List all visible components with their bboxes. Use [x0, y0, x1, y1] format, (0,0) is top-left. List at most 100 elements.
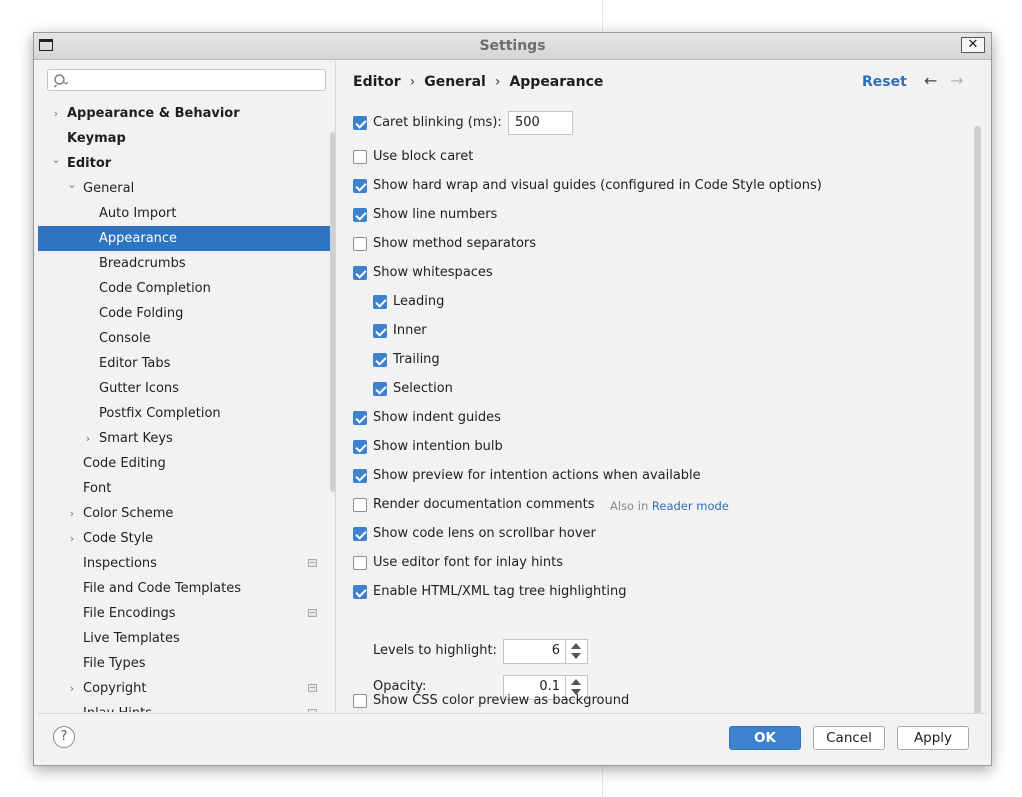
line-numbers-checkbox[interactable]	[353, 208, 367, 222]
tree-item-file-types[interactable]: File Types	[38, 651, 335, 676]
chevron-down-icon[interactable]: ⌄	[66, 176, 78, 201]
chevron-right-icon[interactable]: ›	[66, 701, 78, 712]
breadcrumb-item[interactable]: Editor	[353, 74, 401, 90]
hard-wrap-label: Show hard wrap and visual guides (config…	[373, 178, 822, 193]
hard-wrap-checkbox[interactable]	[353, 179, 367, 193]
tree-item-inlay-hints[interactable]: › Inlay Hints	[38, 701, 335, 712]
chevron-down-icon[interactable]: ⌄	[50, 151, 62, 176]
intention-bulb-checkbox[interactable]	[353, 440, 367, 454]
spinner-down-icon[interactable]	[571, 653, 581, 659]
chevron-right-icon[interactable]: ›	[66, 676, 78, 701]
tree-item-font[interactable]: Font	[38, 476, 335, 501]
inner-checkbox[interactable]	[373, 324, 387, 338]
css-color-checkbox[interactable]	[353, 694, 367, 708]
tree-item-gutter-icons[interactable]: Gutter Icons	[38, 376, 335, 401]
tree-item-code-completion[interactable]: Code Completion	[38, 276, 335, 301]
close-icon: ✕	[967, 37, 979, 52]
tree-item-label: Gutter Icons	[99, 381, 179, 396]
back-arrow-icon[interactable]: ←	[924, 71, 937, 90]
caret-blinking-checkbox[interactable]	[353, 116, 367, 130]
caret-blinking-input[interactable]: 500	[508, 111, 573, 135]
trailing-checkbox[interactable]	[373, 353, 387, 367]
leading-checkbox[interactable]	[373, 295, 387, 309]
tree-item-copyright[interactable]: › Copyright	[38, 676, 335, 701]
intention-bulb-label: Show intention bulb	[373, 439, 503, 454]
spinner-up-icon[interactable]	[571, 679, 581, 685]
settings-tree: › Appearance & Behavior Keymap ⌄ Editor ⌄ Gene…	[38, 101, 335, 712]
preview-intention-checkbox[interactable]	[353, 469, 367, 483]
settings-search[interactable]	[47, 69, 326, 91]
project-scope-icon	[308, 684, 317, 692]
trailing-label: Trailing	[393, 352, 440, 367]
tree-item-console[interactable]: Console	[38, 326, 335, 351]
selection-checkbox[interactable]	[373, 382, 387, 396]
render-docs-checkbox[interactable]	[353, 498, 367, 512]
tree-item-file-and-code-templates[interactable]: File and Code Templates	[38, 576, 335, 601]
tree-item-label: Breadcrumbs	[99, 256, 186, 271]
tree-item-label: Keymap	[67, 131, 126, 146]
chevron-right-icon[interactable]: ›	[82, 426, 94, 451]
method-separators-label: Show method separators	[373, 236, 537, 251]
search-icon	[54, 74, 69, 88]
tree-item-label: Code Style	[83, 531, 154, 546]
tree-item-editor-tabs[interactable]: Editor Tabs	[38, 351, 335, 376]
inlay-font-checkbox[interactable]	[353, 556, 367, 570]
block-caret-checkbox[interactable]	[353, 150, 367, 164]
title-bar[interactable]: Settings ✕	[34, 33, 991, 60]
tree-item-keymap[interactable]: Keymap	[38, 126, 335, 151]
ok-button[interactable]: OK	[729, 726, 801, 750]
tree-item-label: Code Completion	[99, 281, 211, 296]
tree-item-color-scheme[interactable]: › Color Scheme	[38, 501, 335, 526]
tree-item-code-style[interactable]: › Code Style	[38, 526, 335, 551]
close-button[interactable]: ✕	[961, 37, 985, 53]
chevron-right-icon[interactable]: ›	[50, 101, 62, 126]
tree-item-code-folding[interactable]: Code Folding	[38, 301, 335, 326]
levels-value[interactable]: 6	[552, 643, 560, 658]
project-scope-icon	[308, 609, 317, 617]
tree-item-general[interactable]: ⌄ General	[38, 176, 335, 201]
apply-button[interactable]: Apply	[897, 726, 969, 750]
tree-item-label: Appearance	[99, 231, 178, 246]
chevron-right-icon[interactable]: ›	[66, 501, 78, 526]
search-input[interactable]	[72, 71, 326, 91]
tree-item-label: Editor Tabs	[99, 356, 171, 371]
code-lens-checkbox[interactable]	[353, 527, 367, 541]
tree-item-label: General	[83, 181, 135, 196]
tree-item-label: Color Scheme	[83, 506, 174, 521]
settings-content: Editor › General › Appearance Reset ← → Care…	[336, 60, 988, 736]
tree-item-breadcrumbs[interactable]: Breadcrumbs	[38, 251, 335, 276]
levels-label: Levels to highlight:	[373, 643, 497, 658]
tree-item-inspections[interactable]: Inspections	[38, 551, 335, 576]
tree-item-code-editing[interactable]: Code Editing	[38, 451, 335, 476]
method-separators-checkbox[interactable]	[353, 237, 367, 251]
tag-tree-checkbox[interactable]	[353, 585, 367, 599]
reset-link[interactable]: Reset	[862, 74, 907, 90]
breadcrumb: Editor › General › Appearance	[353, 74, 603, 90]
tree-item-smart-keys[interactable]: › Smart Keys	[38, 426, 335, 451]
indent-guides-label: Show indent guides	[373, 410, 501, 425]
whitespaces-checkbox[interactable]	[353, 266, 367, 280]
tree-item-auto-import[interactable]: Auto Import	[38, 201, 335, 226]
tree-item-live-templates[interactable]: Live Templates	[38, 626, 335, 651]
cancel-button[interactable]: Cancel	[813, 726, 885, 750]
tree-item-appearance[interactable]: Appearance	[38, 226, 335, 251]
tree-item-file-encodings[interactable]: File Encodings	[38, 601, 335, 626]
levels-spinner[interactable]: 6	[503, 639, 588, 664]
window-title: Settings	[479, 38, 546, 54]
tree-item-label: Smart Keys	[99, 431, 173, 446]
tag-tree-label: Enable HTML/XML tag tree highlighting	[373, 584, 627, 599]
chevron-right-icon[interactable]: ›	[66, 526, 78, 551]
block-caret-label: Use block caret	[373, 149, 474, 164]
spinner-up-icon[interactable]	[571, 643, 581, 649]
tree-item-appearance-behavior[interactable]: › Appearance & Behavior	[38, 101, 335, 126]
help-button[interactable]: ?	[53, 726, 75, 748]
forward-arrow-icon[interactable]: →	[950, 71, 963, 90]
reader-mode-link[interactable]: Reader mode	[652, 499, 729, 513]
tree-item-postfix-completion[interactable]: Postfix Completion	[38, 401, 335, 426]
tree-item-label: File Types	[83, 656, 146, 671]
indent-guides-checkbox[interactable]	[353, 411, 367, 425]
breadcrumb-item[interactable]: General	[424, 74, 486, 90]
content-scrollbar[interactable]	[974, 126, 981, 736]
tree-item-editor[interactable]: ⌄ Editor	[38, 151, 335, 176]
tree-item-label: Editor	[67, 156, 112, 171]
